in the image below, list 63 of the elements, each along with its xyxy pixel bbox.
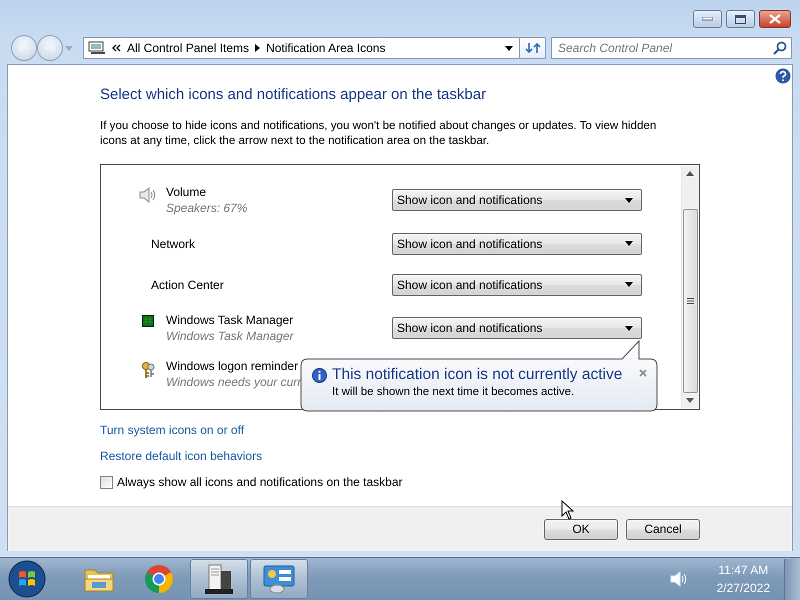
speaker-icon[interactable] (670, 571, 688, 587)
control-panel-icon (262, 564, 296, 594)
dialog-button[interactable]: OK (544, 518, 618, 540)
checkbox-label[interactable]: Always show all icons and notifications on the taskbar (117, 475, 402, 489)
help-icon[interactable] (775, 68, 791, 84)
caret-icon (625, 241, 633, 246)
balloon-title: This notification icon is not currently active (332, 366, 622, 384)
icon-description: Windows needs your curr (166, 375, 302, 389)
breadcrumb-item[interactable]: Notification Area Icons (266, 41, 386, 55)
minimize-icon (702, 17, 713, 21)
browser-icon (143, 563, 175, 595)
mouse-cursor-icon (561, 500, 574, 520)
forward-arrow-icon (44, 43, 56, 53)
start-button[interactable] (8, 560, 46, 598)
keys-icon (140, 361, 156, 379)
description-text: If you choose to hide icons and notifications, you won't be notified about changes or updates. To view hidden icons at any time, click the arrow next to the notification area on the taskbar. (100, 118, 658, 148)
icon-name: Action Center (151, 278, 224, 292)
link[interactable]: Restore default icon behaviors (100, 449, 262, 463)
icon-description: Windows Task Manager (166, 329, 294, 343)
behavior-dropdown[interactable]: Show icon and notifications (392, 274, 642, 296)
scroll-down-icon[interactable] (686, 398, 694, 403)
close-icon[interactable] (639, 369, 647, 377)
checkbox[interactable] (100, 476, 113, 488)
icon-name: Volume (166, 185, 208, 199)
close-button[interactable] (759, 10, 791, 28)
search-field[interactable]: Search Control Panel (551, 37, 792, 59)
server-icon (203, 563, 235, 595)
minimize-button[interactable] (693, 10, 722, 28)
computer-icon (88, 41, 106, 55)
address-bar[interactable]: All Control Panel Items Notification Area Icons (83, 37, 520, 59)
icon-name: Windows logon reminder (166, 359, 300, 373)
search-icon[interactable] (773, 41, 787, 55)
behavior-dropdown[interactable]: Show icon and notifications (392, 317, 642, 339)
refresh-icon (524, 41, 540, 55)
caret-icon (505, 46, 513, 50)
caret-icon (625, 326, 633, 330)
grip-icon (687, 298, 694, 304)
speaker-icon (139, 187, 157, 203)
monitor-icon (142, 315, 154, 329)
breadcrumb-item[interactable]: All Control Panel Items (127, 41, 250, 55)
taskbar-button[interactable] (250, 559, 308, 599)
balloon-text: It will be shown the next time it becomes active. (332, 386, 576, 398)
chevron-icon[interactable] (112, 44, 121, 52)
caret-icon (625, 198, 633, 202)
scrollbar-thumb[interactable] (683, 209, 698, 393)
icon-name: Windows Task Manager (166, 313, 294, 327)
taskbar-button[interactable] (190, 559, 248, 599)
link[interactable]: Turn system icons on or off (100, 423, 244, 437)
info-icon (312, 368, 327, 382)
maximize-button[interactable] (726, 10, 755, 28)
icon-name: Network (151, 236, 196, 250)
caret-icon (625, 282, 633, 287)
scroll-up-icon[interactable] (686, 171, 694, 176)
behavior-dropdown[interactable]: Show icon and notifications (392, 189, 642, 211)
scrollbar[interactable] (681, 165, 699, 409)
refresh-button[interactable] (520, 37, 546, 59)
icon-description: Speakers: 67% (166, 201, 248, 215)
dialog-button[interactable]: Cancel (626, 518, 700, 540)
close-icon (769, 14, 781, 24)
behavior-dropdown[interactable]: Show icon and notifications (392, 232, 642, 254)
maximize-icon (735, 14, 746, 24)
arrow-right-icon[interactable] (255, 44, 260, 52)
page-heading: Select which icons and notifications appear on the taskbar (100, 85, 486, 105)
